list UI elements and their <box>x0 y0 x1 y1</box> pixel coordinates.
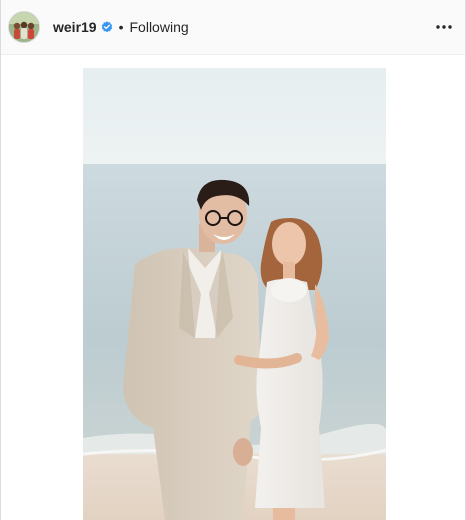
more-options-icon[interactable] <box>433 16 455 38</box>
avatar-image <box>9 12 39 42</box>
avatar[interactable] <box>8 11 40 43</box>
post-card: weir19 • Following <box>0 0 466 520</box>
username-link[interactable]: weir19 <box>53 19 97 35</box>
post-header: weir19 • Following <box>1 0 465 55</box>
post-photo[interactable] <box>83 68 386 520</box>
verified-badge-icon <box>101 21 113 33</box>
separator-dot: • <box>118 19 124 35</box>
post-media-area[interactable] <box>1 55 465 520</box>
following-button[interactable]: Following <box>130 19 189 35</box>
